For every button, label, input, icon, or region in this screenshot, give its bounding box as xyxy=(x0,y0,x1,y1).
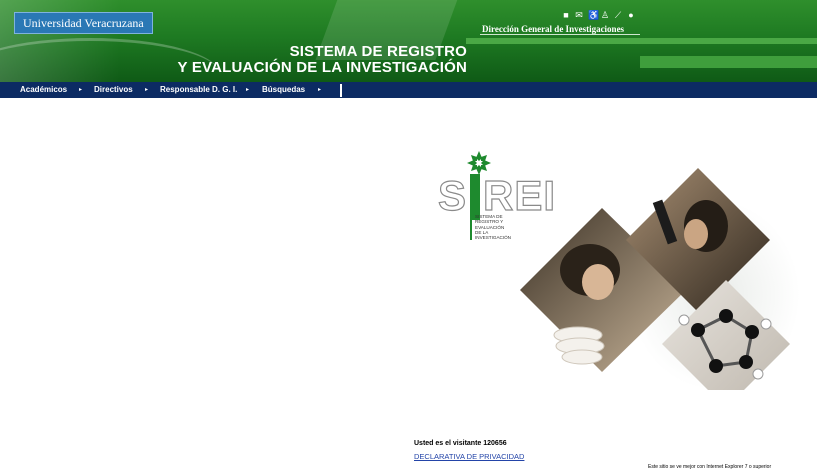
nav-item-directivos[interactable]: Directivos xyxy=(94,82,133,98)
globe-icon[interactable]: ● xyxy=(627,11,635,20)
header-band xyxy=(466,38,817,44)
nav-arrow-icon: ▸ xyxy=(145,87,149,93)
home-icon[interactable]: ■ xyxy=(562,11,570,20)
title-line-2: Y EVALUACIÓN DE LA INVESTIGACIÓN xyxy=(177,59,467,76)
sirei-subtitle-line: Investigación xyxy=(475,235,511,241)
header-band xyxy=(640,56,817,68)
sirei-subtitle: Sistema de Registro y Evaluación de la I… xyxy=(470,214,511,241)
mail-icon[interactable]: ✉ xyxy=(575,11,583,20)
privacy-link[interactable]: DECLARATIVA DE PRIVACIDAD xyxy=(414,452,524,461)
nav-arrow-icon: ▸ xyxy=(79,87,83,93)
research-photo-collage xyxy=(520,168,800,390)
nav-item-academicos[interactable]: Académicos xyxy=(20,82,67,98)
nav-separator xyxy=(340,84,342,97)
nav-arrow-icon: ▸ xyxy=(318,87,322,93)
nav-arrow-icon: ▸ xyxy=(246,87,250,93)
visitor-counter: Usted es el visitante 120656 xyxy=(414,440,507,447)
department-name: Dirección General de Investigaciones xyxy=(482,24,625,34)
sirei-letter-s: S xyxy=(437,172,468,219)
tools-icon[interactable]: ⟋ xyxy=(614,11,622,20)
accessibility-icon[interactable]: ♿ xyxy=(588,11,599,20)
nav-item-busquedas[interactable]: Búsquedas xyxy=(262,82,305,98)
university-tab[interactable]: Universidad Veracruzana xyxy=(14,12,153,34)
department-underline xyxy=(480,34,640,35)
site-header: Universidad Veracruzana ■ ✉ ♿ ♙ ⟋ ● Dire… xyxy=(0,0,817,82)
nav-item-responsable-dgi[interactable]: Responsable D. G. I. xyxy=(160,82,237,98)
main-nav: Académicos ▸ Directivos ▸ Responsable D.… xyxy=(0,82,817,98)
browser-note: Este sitio se ve mejor con Internet Expl… xyxy=(648,464,772,470)
header-icons: ■ ✉ ♿ ♙ ⟋ ● xyxy=(562,11,635,20)
page-title: SISTEMA DE REGISTRO Y EVALUACIÓN DE LA I… xyxy=(178,44,467,76)
title-line-1: SISTEMA DE REGISTRO xyxy=(289,43,467,60)
sitemap-icon[interactable]: ♙ xyxy=(601,11,609,20)
